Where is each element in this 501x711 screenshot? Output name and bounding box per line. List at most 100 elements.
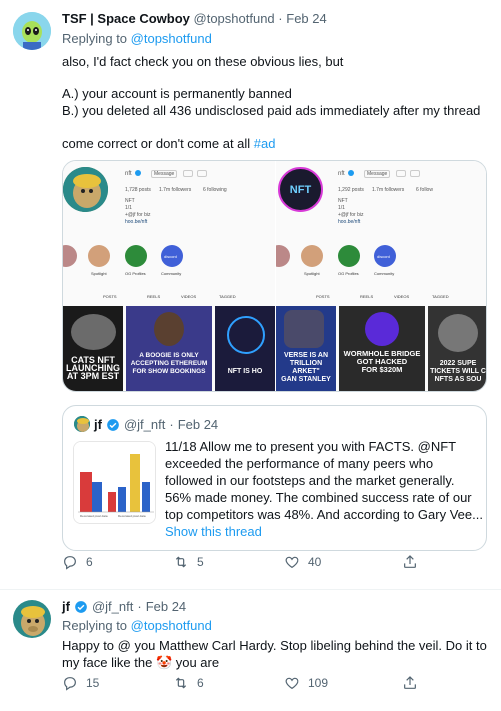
ig-message-button-right[interactable]: Message — [364, 170, 391, 178]
share-icon — [404, 555, 416, 568]
replying-to-link[interactable]: @topshotfund — [131, 618, 212, 633]
highlight-spotlight[interactable] — [88, 245, 110, 267]
highlight-circle[interactable] — [63, 245, 77, 267]
tweet-time[interactable]: Feb 24 — [146, 599, 186, 614]
highlight-label: Community — [161, 271, 182, 276]
ig-post-tile[interactable]: A BOOGIE IS ONLY ACCEPTING ETHEREUM FOR … — [126, 306, 212, 391]
quoted-author-name[interactable]: jf — [94, 417, 102, 432]
author-name[interactable]: jf — [62, 599, 70, 614]
ig-tab-reels[interactable]: REELS — [147, 294, 160, 299]
ig-message-button-left[interactable]: Message — [151, 170, 178, 178]
show-this-thread-link[interactable]: Show this thread — [165, 524, 262, 539]
quoted-tweet-time[interactable]: Feb 24 — [178, 417, 218, 432]
instagram-screenshot-left[interactable]: nft Message 1,728 posts 1.7m followers 6… — [63, 161, 275, 391]
ig-tab-posts[interactable]: POSTS — [103, 294, 117, 299]
tile-caption: 2022 SUPE TICKETS WILL C NFTS AS SOU — [430, 360, 486, 383]
replying-to-link[interactable]: @topshotfund — [131, 31, 212, 46]
tweet-line-3: B.) you deleted all 436 undisclosed paid… — [62, 103, 481, 118]
like-button[interactable]: 40 — [284, 554, 321, 570]
chart-legend-label: Decorated pixel data — [80, 514, 108, 518]
tile-caption: CATS NFT LAUNCHING AT 3PM EST — [66, 355, 120, 381]
ig-bio-line: 1/1 — [125, 205, 132, 211]
highlight-og-profiles[interactable] — [125, 245, 147, 267]
retweet-count: 5 — [197, 555, 204, 569]
share-button[interactable] — [402, 675, 418, 691]
ig-tab-reels[interactable]: REELS — [360, 294, 373, 299]
ig-post-tile[interactable]: VERSE IS AN TRILLION ARKET" GAN STANLEY — [276, 306, 336, 391]
author-handle[interactable]: @topshotfund — [194, 11, 275, 26]
reply-button[interactable]: 15 — [62, 675, 99, 691]
ig-username-right: nft — [338, 171, 345, 177]
discord-badge: discord — [164, 254, 177, 259]
ig-tab-tagged[interactable]: TAGGED — [219, 294, 236, 299]
hashtag-link[interactable]: #ad — [254, 136, 276, 151]
highlight-og-profiles[interactable] — [338, 245, 360, 267]
ig-dropdown-icon-left[interactable] — [197, 170, 207, 177]
tile-caption: A BOOGIE IS ONLY ACCEPTING ETHEREUM FOR … — [130, 352, 208, 375]
avatar-jf-nft[interactable] — [13, 600, 51, 638]
tweet-1[interactable]: TSF | Space Cowboy @topshotfund · Feb 24… — [0, 0, 501, 588]
ig-bio-line: 1/1 — [338, 205, 345, 211]
tweet-line-4: come correct or don't come at all #ad — [62, 136, 276, 151]
highlight-label: Spotlight — [304, 271, 320, 276]
highlight-circle[interactable] — [276, 245, 290, 267]
highlight-label: Community — [374, 271, 395, 276]
like-button[interactable]: 109 — [284, 675, 328, 691]
verified-icon — [107, 418, 119, 431]
like-count: 40 — [308, 555, 322, 569]
author-handle[interactable]: @jf_nft — [92, 599, 133, 614]
ape-avatar-icon — [13, 600, 51, 638]
ig-post-tile[interactable]: WORMHOLE BRIDGE GOT HACKED FOR $320M — [339, 306, 425, 391]
ig-followers-right: 1.7m followers — [372, 187, 405, 193]
retweet-count: 6 — [197, 676, 204, 690]
ig-tab-videos[interactable]: VIDEOS — [181, 294, 196, 299]
ig-post-tile[interactable]: CATS NFT LAUNCHING AT 3PM EST — [63, 306, 123, 391]
tweet-time[interactable]: Feb 24 — [286, 11, 326, 26]
like-icon — [285, 556, 299, 569]
retweet-button[interactable]: 6 — [173, 675, 204, 691]
ig-username-left: nft — [125, 171, 132, 177]
verified-icon — [135, 170, 141, 176]
tile-caption: WORMHOLE BRIDGE GOT HACKED FOR $320M — [343, 349, 421, 374]
ig-posts-left: 1,728 posts — [125, 187, 151, 193]
like-count: 109 — [308, 676, 329, 690]
ig-follow-icon-left[interactable] — [183, 170, 193, 177]
ig-following-left: 6 following — [203, 187, 227, 193]
author-name[interactable]: TSF | Space Cowboy — [62, 11, 190, 26]
ig-bio-link[interactable]: hoo.be/nft — [338, 219, 360, 225]
ig-bio-line: +@jf for biz — [338, 212, 364, 218]
ape-avatar — [63, 167, 108, 212]
highlight-label: Spotlight — [91, 271, 107, 276]
highlight-spotlight[interactable] — [301, 245, 323, 267]
instagram-screenshot-right[interactable]: NFT nft Message 1,292 posts 1.7m followe… — [276, 161, 486, 391]
quoted-chart-image[interactable]: Decorated pixel data Decorated pixel dat… — [73, 441, 156, 524]
avatar-topshotfund[interactable] — [13, 12, 51, 50]
discord-badge: discord — [377, 254, 390, 259]
retweet-button[interactable]: 5 — [173, 554, 204, 570]
ig-tab-tagged[interactable]: TAGGED — [432, 294, 449, 299]
ig-bio-link[interactable]: hoo.be/nft — [125, 219, 147, 225]
ig-posts-right: 1,292 posts — [338, 187, 364, 193]
ig-post-tile[interactable]: 2022 SUPE TICKETS WILL C NFTS AS SOU — [428, 306, 486, 391]
tweet-media[interactable]: nft Message 1,728 posts 1.7m followers 6… — [62, 160, 487, 392]
ig-post-tile[interactable]: NFT IS HO — [215, 306, 275, 391]
share-button[interactable] — [402, 554, 418, 570]
tweet-line-2: A.) your account is permanently banned — [62, 86, 292, 101]
reply-count: 15 — [86, 676, 100, 690]
quoted-tweet[interactable]: jf @jf_nft · Feb 24 Decorated pixel data… — [62, 405, 487, 551]
ig-follow-icon-right[interactable] — [396, 170, 406, 177]
tweet-2[interactable]: jf @jf_nft · Feb 24 Replying to @topshot… — [0, 590, 501, 711]
alien-avatar-icon — [13, 12, 51, 50]
bar-chart-icon — [74, 442, 155, 523]
like-icon — [285, 677, 299, 690]
ig-tab-videos[interactable]: VIDEOS — [394, 294, 409, 299]
ig-tab-posts[interactable]: POSTS — [316, 294, 330, 299]
ig-dropdown-icon-right[interactable] — [410, 170, 420, 177]
retweet-icon — [175, 556, 187, 568]
verified-icon — [75, 600, 87, 613]
reply-button[interactable]: 6 — [62, 554, 93, 570]
tile-caption: NFT IS HO — [227, 368, 263, 375]
tile-caption: VERSE IS AN TRILLION ARKET" GAN STANLEY — [281, 352, 331, 383]
quoted-avatar[interactable] — [74, 416, 90, 432]
quoted-author-handle[interactable]: @jf_nft — [124, 417, 165, 432]
